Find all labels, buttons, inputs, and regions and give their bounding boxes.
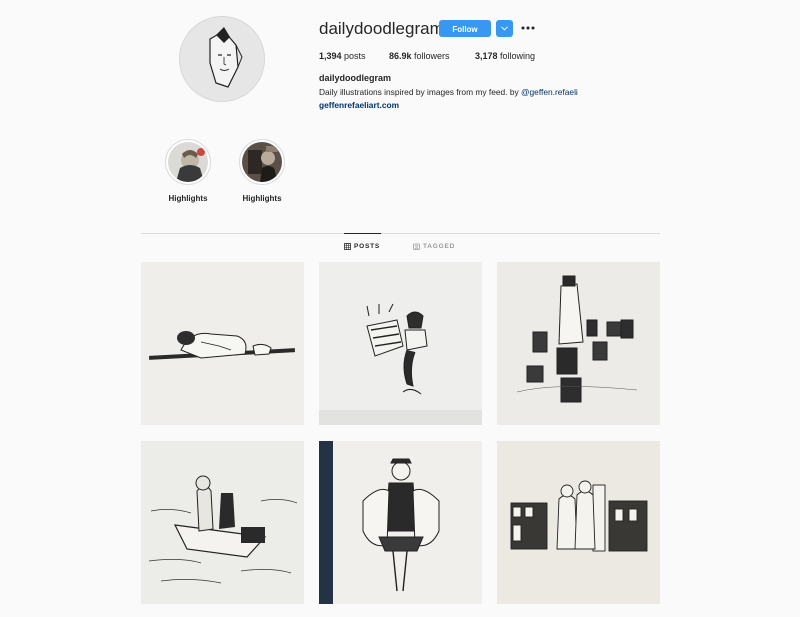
post-thumbnail[interactable]	[319, 441, 482, 604]
tabs-divider	[141, 233, 660, 234]
post-thumbnail[interactable]	[141, 262, 304, 425]
story-highlight[interactable]: Highlights	[148, 139, 228, 203]
tagged-icon	[413, 243, 420, 250]
highlight-ring	[165, 139, 211, 185]
bio-description: Daily illustrations inspired by images f…	[319, 87, 522, 97]
highlight-image	[242, 142, 282, 182]
highlight-ring	[239, 139, 285, 185]
tab-tagged[interactable]: TAGGED	[413, 243, 455, 250]
bio-mention-link[interactable]: @geffen.refaeli	[521, 87, 578, 97]
post-image-standing-man	[319, 441, 482, 604]
post-image-figure-with-insects	[319, 262, 482, 425]
tab-tagged-label: TAGGED	[423, 243, 456, 250]
follow-button[interactable]: Follow	[439, 20, 491, 37]
post-thumbnail[interactable]	[141, 441, 304, 604]
post-image-figure-with-stumps	[497, 262, 660, 425]
post-image-sleeping-figure	[141, 262, 304, 425]
tab-posts[interactable]: POSTS	[344, 243, 380, 250]
active-tab-indicator	[344, 233, 381, 234]
post-image-ruins-scene	[497, 441, 660, 604]
ellipsis-icon	[521, 26, 535, 30]
tab-posts-label: POSTS	[354, 243, 381, 250]
avatar-illustration	[180, 17, 264, 101]
followers-link[interactable]: 86.9k followers	[389, 51, 450, 61]
highlight-label: Highlights	[242, 194, 282, 203]
followers-count-value: 86.9k	[389, 51, 412, 61]
post-image-boat-scene	[141, 441, 304, 604]
post-thumbnail[interactable]	[497, 441, 660, 604]
bio-text: Daily illustrations inspired by images f…	[319, 87, 578, 97]
story-highlight[interactable]: Highlights	[222, 139, 302, 203]
profile-avatar[interactable]	[179, 16, 265, 102]
suggested-accounts-button[interactable]	[496, 20, 513, 37]
posts-count: 1,394 posts	[319, 51, 366, 61]
following-count-label: following	[500, 51, 536, 61]
highlight-thumbnail	[168, 142, 208, 182]
following-count-value: 3,178	[475, 51, 498, 61]
grid-icon	[344, 243, 351, 250]
highlight-thumbnail	[242, 142, 282, 182]
posts-count-value: 1,394	[319, 51, 342, 61]
following-link[interactable]: 3,178 following	[475, 51, 535, 61]
posts-count-label: posts	[344, 51, 366, 61]
highlight-image	[168, 142, 208, 182]
chevron-down-icon	[501, 26, 508, 31]
bio-name: dailydoodlegram	[319, 73, 392, 83]
post-thumbnail[interactable]	[497, 262, 660, 425]
bio-website-link[interactable]: geffenrefaeliart.com	[319, 100, 399, 110]
highlight-label: Highlights	[168, 194, 208, 203]
more-options-button[interactable]	[520, 21, 536, 35]
post-thumbnail[interactable]	[319, 262, 482, 425]
profile-username: dailydoodlegram	[319, 19, 444, 38]
followers-count-label: followers	[414, 51, 450, 61]
